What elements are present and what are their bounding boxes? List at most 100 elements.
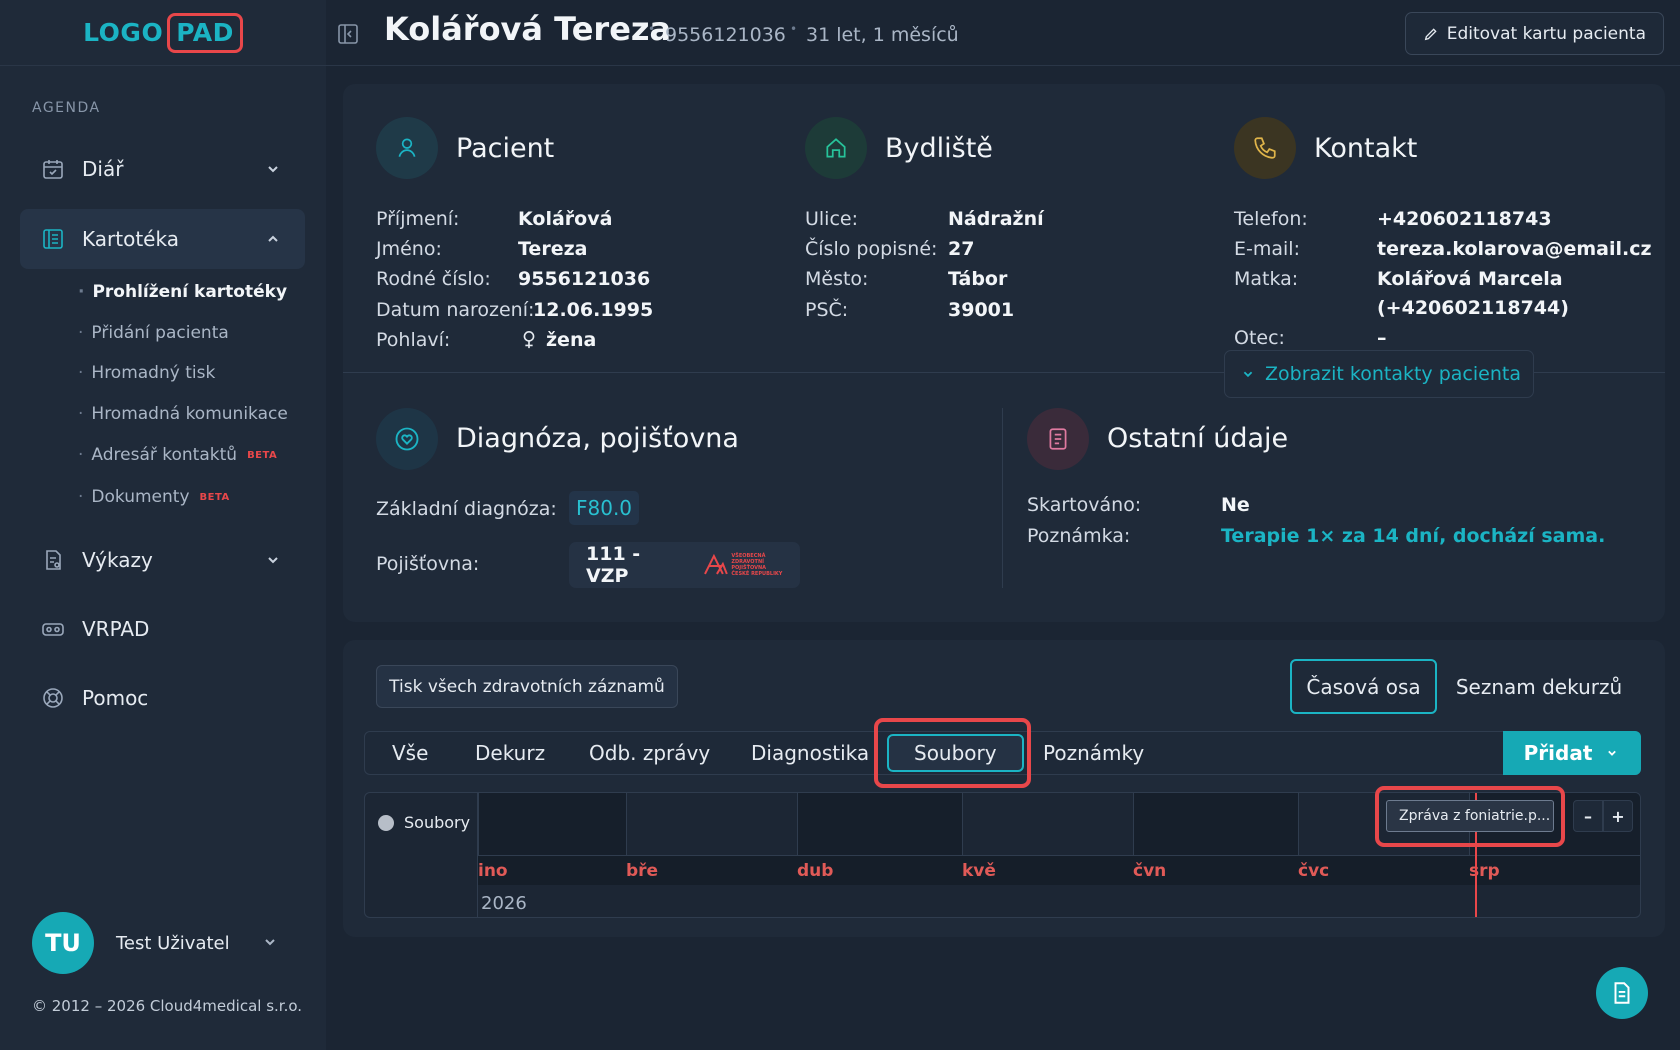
sidebar-item-vykazy[interactable]: Výkazy — [20, 530, 305, 590]
subitem-label: Prohlížení kartotéky — [92, 282, 288, 302]
timeline-month-column — [962, 793, 1133, 855]
logo[interactable]: LOGO PAD — [83, 12, 243, 53]
edit-patient-button[interactable]: Editovat kartu pacienta — [1404, 12, 1664, 55]
chevron-up-icon — [268, 235, 278, 242]
year-label: 2026 — [481, 893, 527, 914]
timeline-axis-divider — [478, 855, 1640, 856]
document-icon — [1614, 982, 1630, 1004]
sidebar-item-vrpad[interactable]: VRPAD — [20, 599, 305, 659]
avatar: TU — [32, 912, 94, 974]
subitem-hromadny-tisk[interactable]: Hromadný tisk — [78, 363, 215, 383]
field-label: Rodné číslo: — [376, 268, 491, 290]
subitem-dokumenty[interactable]: Dokumenty BETA — [78, 487, 230, 507]
tab-dekurz[interactable]: Dekurz — [475, 732, 545, 774]
other-section-title: Ostatní údaje — [1107, 423, 1289, 454]
highlight-frame — [874, 718, 1031, 788]
field-label: Telefon: — [1234, 208, 1308, 230]
month-label: srp — [1469, 861, 1500, 881]
subitem-label: Hromadná komunikace — [91, 404, 288, 424]
subitem-hromadna-komunikace[interactable]: Hromadná komunikace — [78, 404, 288, 424]
tab-vse[interactable]: Vše — [392, 732, 428, 774]
sidebar-toggle-icon[interactable] — [336, 22, 360, 46]
lifebuoy-icon — [40, 685, 66, 711]
zoom-out-button[interactable]: – — [1573, 800, 1603, 832]
field-label: Matka: — [1234, 268, 1299, 290]
field-label: Skartováno: — [1027, 494, 1142, 516]
diagnosis-label: Základní diagnóza: — [376, 498, 557, 520]
sidebar-item-label: Kartotéka — [82, 227, 179, 251]
chevron-down-icon — [265, 939, 275, 946]
field-value: Tábor — [948, 268, 1008, 290]
document-fab-button[interactable] — [1596, 967, 1648, 1019]
patient-age: 31 let, 1 měsíců — [806, 24, 959, 46]
section-divider — [1002, 408, 1003, 588]
field-label: Pohlaví: — [376, 329, 451, 351]
field-label: Číslo popisné: — [805, 238, 938, 260]
month-label: bře — [626, 861, 659, 881]
beta-badge: BETA — [247, 449, 278, 461]
chevron-down-icon — [268, 166, 278, 173]
field-label: PSČ: — [805, 299, 849, 321]
logo-text-part1: LOGO — [83, 18, 164, 47]
subitem-prohlizeni-kartoteky[interactable]: Prohlížení kartotéky — [78, 282, 287, 302]
diagnosis-section-title: Diagnóza, pojišťovna — [456, 423, 739, 454]
sidebar-section-label: AGENDA — [32, 100, 101, 116]
subitem-label: Hromadný tisk — [91, 363, 216, 383]
chevron-down-icon — [1608, 750, 1617, 756]
field-label: Otec: — [1234, 327, 1285, 349]
sidebar-item-label: Diář — [82, 157, 124, 181]
zoom-in-button[interactable]: + — [1603, 800, 1633, 832]
sidebar-item-kartoteka[interactable]: Kartotéka — [20, 209, 305, 269]
month-label: kvě — [962, 861, 996, 881]
tab-poznamky[interactable]: Poznámky — [1043, 732, 1144, 774]
separator-dot: • — [790, 22, 798, 36]
document-icon — [1027, 408, 1089, 470]
sidebar: LOGO PAD AGENDA Diář Kartotéka Prohlížen… — [0, 0, 326, 1050]
calendar-icon — [40, 156, 66, 182]
note-value: Terapie 1× za 14 dní, dochází sama. — [1221, 525, 1606, 547]
chevron-down-icon — [1243, 371, 1253, 378]
timeline-group-label: Soubory — [378, 813, 470, 832]
timeline-month-column — [478, 793, 626, 855]
print-all-records-button[interactable]: Tisk všech zdravotních záznamů — [376, 665, 678, 708]
home-icon — [805, 117, 867, 179]
add-record-button[interactable]: Přidat — [1503, 731, 1641, 775]
field-value: Kolářová — [518, 208, 613, 230]
field-value: 39001 — [948, 299, 1015, 321]
month-label: ino — [478, 861, 508, 881]
insurance-badge: 111 - VZP VŠEOBECNÁ ZDRAVOTNÍ POJIŠŤOVNA… — [569, 542, 800, 588]
contact-section-title: Kontakt — [1314, 133, 1418, 164]
field-value: 9556121036 — [518, 268, 651, 290]
logo-text-part2: PAD — [167, 12, 243, 53]
show-contacts-button[interactable]: Zobrazit kontakty pacienta — [1224, 350, 1534, 398]
tab-diagnostika[interactable]: Diagnostika — [751, 732, 869, 774]
sidebar-item-pomoc[interactable]: Pomoc — [20, 668, 305, 728]
user-icon — [376, 117, 438, 179]
field-value: – — [1377, 327, 1387, 349]
view-decursus-list-button[interactable]: Seznam dekurzů — [1448, 659, 1630, 714]
group-dot-icon — [378, 814, 394, 831]
field-value: Ne — [1221, 494, 1250, 516]
timeline-month-column — [797, 793, 962, 855]
subitem-adresar-kontaktu[interactable]: Adresář kontaktů BETA — [78, 445, 277, 465]
copyright: © 2012 – 2026 Cloud4medical s.r.o. — [32, 997, 303, 1015]
subitem-label: Přidání pacienta — [91, 323, 229, 343]
subitem-pridani-pacienta[interactable]: Přidání pacienta — [78, 323, 229, 343]
sidebar-item-diar[interactable]: Diář — [20, 139, 305, 199]
field-value: Kolářová Marcela — [1377, 268, 1563, 290]
view-timeline-button[interactable]: Časová osa — [1290, 659, 1437, 714]
field-label: E-mail: — [1234, 238, 1300, 260]
field-label: Jméno: — [376, 238, 442, 260]
highlight-frame — [1375, 786, 1565, 847]
show-contacts-label: Zobrazit kontakty pacienta — [1265, 363, 1521, 385]
field-label: Ulice: — [805, 208, 859, 230]
field-value: Nádražní — [948, 208, 1044, 230]
page-title: Kolářová Tereza — [384, 10, 672, 48]
patient-section-title: Pacient — [456, 133, 555, 164]
month-label: čvn — [1133, 861, 1167, 881]
vzp-logo-text: ZDRAVOTNÍ POJIŠŤOVNA — [731, 559, 767, 571]
tab-odb-zpravy[interactable]: Odb. zprávy — [589, 732, 710, 774]
female-icon — [523, 331, 535, 349]
field-label: Město: — [805, 268, 869, 290]
user-menu[interactable]: TU Test Uživatel — [32, 912, 275, 974]
